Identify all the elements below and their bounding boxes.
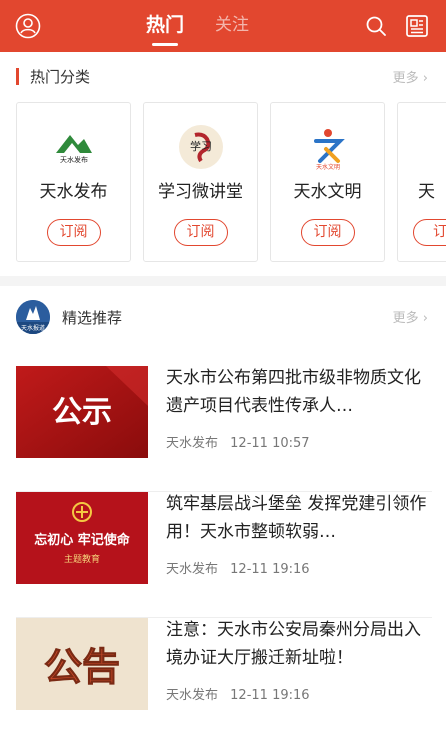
news-time: 12-11 19:16 xyxy=(230,562,310,577)
active-tab-indicator xyxy=(152,43,179,46)
categories-title: 热门分类 xyxy=(30,68,91,86)
news-item[interactable]: 公示 天水市公布第四批市级非物质文化遗产项目代表性传承人… 天水发布 12-11… xyxy=(0,366,446,492)
avatar-label: 天水报道 xyxy=(21,324,45,332)
section-divider xyxy=(0,276,446,286)
user-icon[interactable] xyxy=(14,12,42,40)
chevron-right-icon: › xyxy=(422,311,428,326)
news-meta: 天水发布 12-11 10:57 xyxy=(166,432,318,451)
news-source: 天水发布 xyxy=(166,436,219,451)
news-source: 天水发布 xyxy=(166,688,219,703)
news-icon[interactable] xyxy=(403,12,431,40)
thumb-label: 公示 xyxy=(52,395,112,430)
study-lecture-logo-icon: 学习 xyxy=(177,123,225,171)
news-thumbnail: 公告 xyxy=(16,618,148,710)
subscribe-button[interactable]: 订阅 xyxy=(46,219,101,246)
tab-follow[interactable]: 关注 xyxy=(215,10,249,46)
recommend-more-link[interactable]: 更多 › xyxy=(393,307,428,326)
news-meta: 天水发布 12-11 19:16 xyxy=(166,684,318,703)
category-card[interactable]: 天水发布 天水发布 订阅 xyxy=(16,102,131,262)
news-time: 12-11 10:57 xyxy=(230,436,310,451)
subscribe-button[interactable]: 订 xyxy=(413,219,446,246)
tab-hot-label: 热门 xyxy=(146,14,185,36)
category-card[interactable]: 学习 学习微讲堂 订阅 xyxy=(143,102,258,262)
categories-more-label: 更多 xyxy=(392,71,419,86)
tianshui-release-logo-icon: 天水发布 xyxy=(50,123,98,171)
thumb-sublabel: 主题教育 xyxy=(64,553,100,565)
news-title: 筑牢基层战斗堡垒 发挥党建引领作用！天水市整顿软弱… xyxy=(166,494,427,542)
tab-follow-label: 关注 xyxy=(215,15,249,35)
news-item[interactable]: 公告 注意：天水市公安局秦州分局出入境办证大厅搬迁新址啦！ 天水发布 12-11… xyxy=(0,618,446,736)
chevron-right-icon: › xyxy=(422,71,428,86)
recommend-more-label: 更多 xyxy=(392,311,419,326)
subscribe-button[interactable]: 订阅 xyxy=(173,219,228,246)
news-meta: 天水发布 12-11 19:16 xyxy=(166,558,318,577)
recommend-title: 精选推荐 xyxy=(62,309,123,327)
news-thumbnail: 公示 xyxy=(16,366,148,458)
category-name: 学习微讲堂 xyxy=(158,182,243,202)
thumb-label: 忘初心 牢记使命 xyxy=(34,532,131,548)
section-marker xyxy=(16,68,19,85)
logo-label: 天水文明 xyxy=(315,163,339,171)
news-thumbnail: 忘初心 牢记使命 主题教育 xyxy=(16,492,148,584)
category-name: 天 xyxy=(418,182,435,202)
top-bar: 热门 关注 xyxy=(0,0,446,52)
categories-more-link[interactable]: 更多 › xyxy=(393,67,428,86)
recommend-avatar: 天水报道 xyxy=(16,300,50,334)
subscribe-button[interactable]: 订阅 xyxy=(300,219,355,246)
category-card[interactable]: 天 订 xyxy=(397,102,446,262)
app-screen: 热门 关注 热门分类 更多 › 天水发布 天水发布 订阅 学习 学习微讲堂 订阅… xyxy=(0,0,446,736)
logo-label: 学习 xyxy=(190,139,212,153)
category-cards: 天水发布 天水发布 订阅 学习 学习微讲堂 订阅 天水文明 天水文明 订阅 天 … xyxy=(0,102,446,262)
search-icon[interactable] xyxy=(362,12,390,40)
category-card[interactable]: 天水文明 天水文明 订阅 xyxy=(270,102,385,262)
tab-hot[interactable]: 热门 xyxy=(146,10,184,46)
news-item[interactable]: 忘初心 牢记使命 主题教育 筑牢基层战斗堡垒 发挥党建引领作用！天水市整顿软弱…… xyxy=(0,492,446,618)
news-title: 注意：天水市公安局秦州分局出入境办证大厅搬迁新址啦！ xyxy=(166,620,421,668)
tianshui-civilization-logo-icon: 天水文明 xyxy=(304,123,352,171)
logo-label: 天水发布 xyxy=(60,155,88,164)
category-name: 天水文明 xyxy=(293,182,362,202)
news-source: 天水发布 xyxy=(166,562,219,577)
news-title: 天水市公布第四批市级非物质文化遗产项目代表性传承人… xyxy=(166,368,421,416)
news-time: 12-11 19:16 xyxy=(230,688,310,703)
categories-header: 热门分类 更多 › xyxy=(0,56,446,96)
thumb-label: 公告 xyxy=(44,645,120,689)
category-name: 天水发布 xyxy=(39,182,108,202)
